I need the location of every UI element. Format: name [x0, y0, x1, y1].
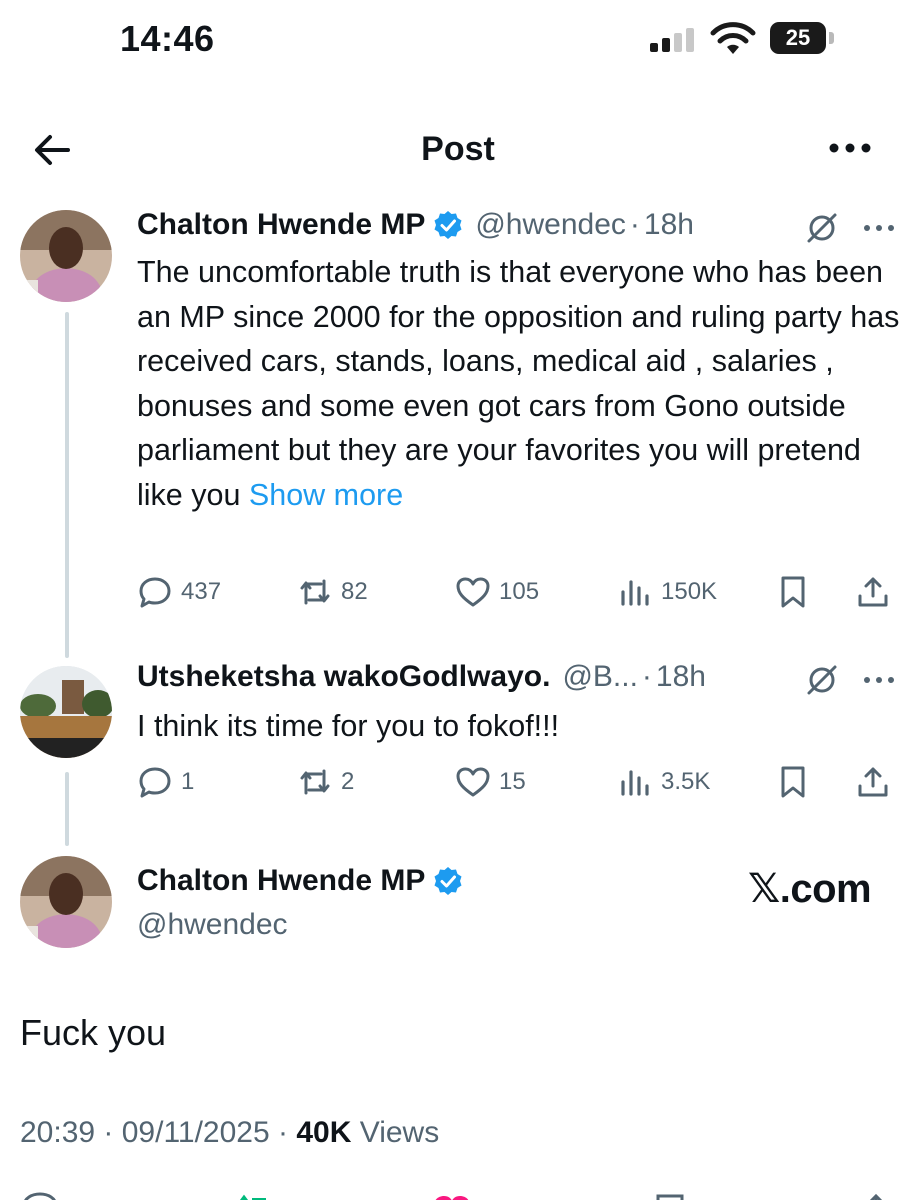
thread-line — [65, 772, 69, 846]
main-post-handle-row: @hwendec — [137, 908, 288, 942]
tweet-text: I think its time for you to fokof!!! — [137, 709, 560, 743]
reply-icon — [139, 767, 171, 798]
post-date[interactable]: 09/11/2025 — [122, 1116, 270, 1149]
share-icon — [858, 767, 888, 797]
thread-line — [65, 312, 69, 658]
page-title: Post — [421, 130, 495, 168]
post-age[interactable]: 18h — [644, 208, 694, 242]
views-icon — [621, 580, 649, 606]
post-age[interactable]: 18h — [656, 660, 706, 694]
reply-button[interactable]: 437 — [137, 572, 221, 612]
post-time[interactable]: 20:39 — [20, 1116, 95, 1149]
share-icon[interactable] — [856, 1186, 896, 1200]
reply-icon[interactable] — [20, 1186, 60, 1200]
show-more-link[interactable]: Show more — [249, 478, 403, 512]
share-button[interactable] — [855, 572, 891, 612]
views-button[interactable]: 150K — [617, 572, 717, 612]
separator-dot: · — [641, 660, 652, 693]
battery-indicator: 25 — [770, 22, 826, 54]
bookmark-button[interactable] — [775, 762, 811, 802]
main-post-text: Fuck you — [20, 1012, 167, 1053]
author-name[interactable]: Utsheketsha wakoGodlwayo. — [137, 660, 550, 694]
reply-button[interactable]: 1 — [137, 762, 194, 802]
tweet-header: Chalton Hwende MP @hwendec · 18h — [137, 208, 694, 242]
views-icon — [621, 770, 649, 796]
like-count: 105 — [499, 578, 540, 605]
repost-icon — [300, 579, 330, 605]
author-name[interactable]: Chalton Hwende MP — [137, 864, 425, 898]
avatar[interactable] — [20, 210, 112, 302]
avatar[interactable] — [20, 666, 112, 758]
more-icon[interactable] — [826, 134, 874, 162]
reply-count: 437 — [181, 578, 222, 605]
status-time: 14:46 — [120, 18, 215, 59]
views-total: 40K — [296, 1116, 352, 1149]
author-name[interactable]: Chalton Hwende MP — [137, 208, 425, 242]
tweet-actions: 437 82 105 150K — [137, 572, 897, 612]
main-post-header: Chalton Hwende MP — [137, 864, 463, 898]
views-button[interactable]: 3.5K — [617, 762, 710, 802]
tweet-actions: 1 2 15 3.5K — [137, 762, 897, 802]
grok-icon[interactable] — [804, 662, 840, 698]
share-icon — [858, 577, 888, 607]
verified-badge-icon — [434, 867, 462, 895]
like-icon — [456, 767, 490, 797]
verified-badge-icon — [434, 211, 462, 239]
separator-dot: · — [278, 1116, 297, 1149]
avatar[interactable] — [20, 856, 112, 948]
repost-button[interactable]: 82 — [297, 572, 368, 612]
separator-dot: · — [103, 1116, 122, 1149]
like-icon[interactable] — [430, 1186, 474, 1200]
reply-icon — [139, 577, 171, 608]
author-handle[interactable]: @hwendec — [475, 208, 626, 242]
views-count: 3.5K — [661, 768, 711, 795]
share-button[interactable] — [855, 762, 891, 802]
bookmark-icon[interactable] — [650, 1186, 690, 1200]
xcom-watermark: 𝕏.com — [748, 867, 872, 911]
grok-icon[interactable] — [804, 210, 840, 246]
author-handle[interactable]: @B... — [562, 660, 637, 694]
battery-tip — [829, 32, 834, 44]
like-count: 15 — [499, 768, 526, 795]
repost-count: 82 — [341, 578, 368, 605]
reply-count: 1 — [181, 768, 195, 795]
repost-button[interactable]: 2 — [297, 762, 354, 802]
bookmark-icon — [781, 576, 805, 608]
bookmark-button[interactable] — [775, 572, 811, 612]
author-handle[interactable]: @hwendec — [137, 908, 288, 942]
views-count: 150K — [661, 578, 718, 605]
cell-signal-icon — [650, 28, 698, 52]
repost-icon — [300, 769, 330, 795]
bookmark-icon — [781, 766, 805, 798]
repost-icon[interactable] — [230, 1186, 270, 1200]
wifi-icon — [710, 22, 756, 54]
tweet-body: The uncomfortable truth is that everyone… — [137, 255, 900, 512]
tweet-text: The uncomfortable truth is that everyone… — [137, 250, 907, 517]
views-label: Views — [359, 1116, 440, 1149]
like-button[interactable]: 15 — [455, 762, 526, 802]
separator-dot: · — [629, 208, 640, 241]
post-meta: 20:39 · 09/11/2025 · 40K Views — [20, 1116, 439, 1150]
tweet-header: Utsheketsha wakoGodlwayo. @B... · 18h — [137, 660, 706, 694]
more-icon[interactable] — [862, 670, 896, 690]
like-icon — [456, 577, 490, 607]
more-icon[interactable] — [862, 218, 896, 238]
repost-count: 2 — [341, 768, 355, 795]
like-button[interactable]: 105 — [455, 572, 539, 612]
